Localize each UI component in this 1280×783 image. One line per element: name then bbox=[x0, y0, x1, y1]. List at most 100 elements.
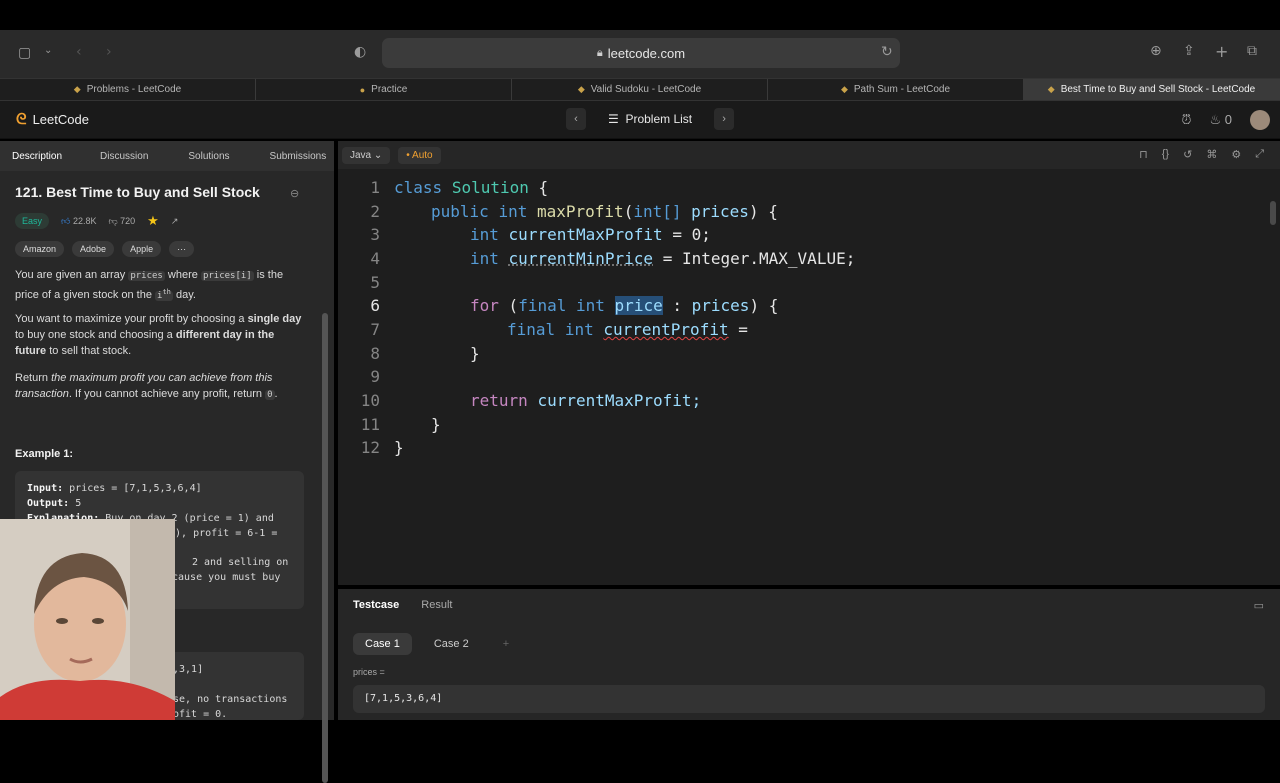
thumbs-down-icon: 👎︎ bbox=[108, 215, 118, 226]
code-line: return currentMaxProfit; bbox=[470, 391, 702, 410]
tab-testcase[interactable]: Testcase bbox=[353, 599, 399, 611]
problem-list-nav: ‹ ☰ Problem List › bbox=[566, 108, 735, 130]
next-problem-button[interactable]: › bbox=[714, 108, 735, 130]
problem-title: 121. Best Time to Buy and Sell Stock bbox=[15, 184, 260, 200]
browser-tab[interactable]: ● Practice bbox=[256, 79, 512, 100]
alarm-clock-icon[interactable]: ⏰︎ bbox=[1181, 112, 1191, 128]
language-select[interactable]: Java ⌄ bbox=[342, 146, 391, 164]
auto-mode-toggle[interactable]: • Auto bbox=[398, 146, 441, 164]
code-line: } bbox=[470, 344, 480, 363]
fire-icon: ♨︎ bbox=[1209, 112, 1222, 127]
streak-counter[interactable]: ♨︎ 0 bbox=[1209, 112, 1232, 128]
bookmark-icon[interactable]: ⊓ bbox=[1139, 148, 1148, 161]
browser-tab-label: Best Time to Buy and Sell Stock - LeetCo… bbox=[1060, 84, 1256, 95]
add-case-button[interactable]: + bbox=[491, 633, 521, 655]
description-tabs: Description Discussion Solutions Submiss… bbox=[0, 141, 334, 171]
chevron-down-icon[interactable]: ⌄ bbox=[44, 45, 52, 56]
problem-list-button[interactable]: ☰ Problem List bbox=[594, 112, 706, 126]
tab-submissions[interactable]: Submissions bbox=[242, 151, 339, 162]
problem-meta: Easy 👍︎ 22.8K 👎︎ 720 ★ ↗ bbox=[15, 213, 178, 229]
company-tag[interactable]: Apple bbox=[122, 241, 162, 257]
braces-icon[interactable]: {} bbox=[1162, 148, 1169, 161]
like-button[interactable]: 👍︎ 22.8K bbox=[61, 216, 96, 227]
company-tag[interactable]: Amazon bbox=[15, 241, 65, 257]
star-icon[interactable]: ★ bbox=[147, 213, 159, 229]
leetcode-favicon-icon: ◆ bbox=[1047, 84, 1055, 94]
more-options-icon[interactable]: ⊖ bbox=[290, 187, 299, 200]
leetcode-favicon-icon: ◆ bbox=[577, 84, 585, 94]
code-line: final int currentProfit = bbox=[507, 320, 748, 339]
code-line-current: for (final int price : prices) { bbox=[470, 296, 779, 315]
browser-tab-active[interactable]: ◆ Best Time to Buy and Sell Stock - LeetC… bbox=[1024, 79, 1280, 100]
description-scrollbar[interactable] bbox=[322, 313, 328, 783]
example-1-title: Example 1: bbox=[15, 448, 74, 460]
browser-tab-label: Problems - LeetCode bbox=[86, 84, 182, 95]
reset-icon[interactable]: ↺ bbox=[1183, 148, 1192, 161]
address-bar[interactable]: 🔒︎ leetcode.com bbox=[382, 38, 900, 68]
share-icon[interactable]: ↗ bbox=[171, 216, 179, 227]
param-label: prices = bbox=[353, 667, 385, 677]
tab-result[interactable]: Result bbox=[421, 599, 452, 611]
difficulty-badge: Easy bbox=[15, 213, 50, 229]
browser-tab-label: Practice bbox=[371, 84, 408, 95]
tab-overview-icon[interactable]: ⧉ bbox=[1247, 43, 1257, 59]
fullscreen-icon[interactable]: ⤢ bbox=[1255, 148, 1264, 161]
leetcode-header: ᘓ LeetCode ‹ ☰ Problem List › ⏰︎ ♨︎ 0 bbox=[0, 101, 1280, 139]
auto-mode-label: Auto bbox=[412, 149, 433, 161]
settings-shortcut-icon[interactable]: ⌘ bbox=[1206, 148, 1217, 161]
person-image bbox=[0, 519, 175, 720]
problem-paragraph-2: You want to maximize your profit by choo… bbox=[15, 313, 302, 357]
collapse-panel-icon[interactable]: ▭ bbox=[1254, 599, 1264, 612]
thumbs-up-icon: 👍︎ bbox=[61, 215, 71, 226]
gear-icon[interactable]: ⚙ bbox=[1231, 148, 1241, 161]
tab-description[interactable]: Description bbox=[0, 151, 74, 162]
problem-list-label: Problem List bbox=[625, 112, 693, 126]
company-tag[interactable]: Adobe bbox=[72, 241, 115, 257]
browser-tab[interactable]: ◆ Valid Sudoku - LeetCode bbox=[512, 79, 768, 100]
pin-icon: ● bbox=[359, 84, 366, 95]
dislike-count: 720 bbox=[120, 215, 136, 226]
more-companies-button[interactable]: ··· bbox=[169, 241, 195, 257]
code-line: public int maxProfit(int[] prices) { bbox=[431, 202, 778, 221]
editor-scrollbar[interactable] bbox=[1270, 201, 1276, 225]
param-input[interactable]: [7,1,5,3,6,4] bbox=[353, 685, 1265, 713]
case-1-tab[interactable]: Case 1 bbox=[353, 633, 412, 655]
case-2-tab[interactable]: Case 2 bbox=[422, 633, 481, 655]
shield-icon[interactable]: ◐ bbox=[354, 44, 366, 60]
leetcode-favicon-icon: ◆ bbox=[73, 84, 81, 94]
browser-tab[interactable]: ◆ Problems - LeetCode bbox=[0, 79, 256, 100]
case-tabs: Case 1 Case 2 + bbox=[353, 633, 521, 655]
language-label: Java bbox=[350, 149, 372, 161]
browser-tab-label: Valid Sudoku - LeetCode bbox=[590, 84, 702, 95]
logo-text: LeetCode bbox=[32, 112, 89, 127]
selected-text: price bbox=[614, 296, 663, 315]
reload-icon[interactable]: ↻ bbox=[881, 44, 893, 60]
dislike-button[interactable]: 👎︎ 720 bbox=[108, 216, 135, 227]
back-icon[interactable]: ‹ bbox=[76, 44, 82, 60]
avatar[interactable] bbox=[1250, 110, 1270, 130]
download-icon[interactable]: ⊕ bbox=[1150, 43, 1162, 59]
new-tab-icon[interactable]: + bbox=[1215, 42, 1228, 61]
browser-tab[interactable]: ◆ Path Sum - LeetCode bbox=[768, 79, 1024, 100]
top-black-strip bbox=[0, 0, 1280, 30]
sidebar-toggle-icon[interactable]: ▢ bbox=[18, 45, 31, 61]
leetcode-logo-icon: ᘓ bbox=[16, 111, 27, 128]
line-number: 7 bbox=[370, 320, 380, 339]
streak-count: 0 bbox=[1224, 112, 1232, 127]
editor-actions: ⊓ {} ↺ ⌘ ⚙ ⤢ bbox=[1139, 148, 1264, 161]
tab-solutions[interactable]: Solutions bbox=[160, 151, 241, 162]
leetcode-logo[interactable]: ᘓ LeetCode bbox=[16, 111, 89, 128]
share-icon[interactable]: ⇪ bbox=[1183, 43, 1195, 59]
tab-discussion[interactable]: Discussion bbox=[74, 151, 160, 162]
line-number: 4 bbox=[370, 249, 380, 268]
testcase-tabs: Testcase Result bbox=[353, 599, 452, 611]
line-number: 5 bbox=[370, 273, 380, 292]
problem-paragraph-3: Return the maximum profit you can achiev… bbox=[15, 372, 278, 400]
browser-tabs: ◆ Problems - LeetCode ● Practice ◆ Valid Su… bbox=[0, 78, 1280, 101]
prev-problem-button[interactable]: ‹ bbox=[566, 108, 586, 130]
forward-icon[interactable]: › bbox=[106, 44, 112, 60]
code-line: } bbox=[431, 415, 441, 434]
code-editor: Java ⌄ • Auto ⊓ {} ↺ ⌘ ⚙ ⤢ 1 2 3 4 5 6 7… bbox=[338, 141, 1280, 585]
line-number: 1 bbox=[370, 178, 380, 197]
lock-icon: 🔒︎ bbox=[596, 46, 603, 59]
